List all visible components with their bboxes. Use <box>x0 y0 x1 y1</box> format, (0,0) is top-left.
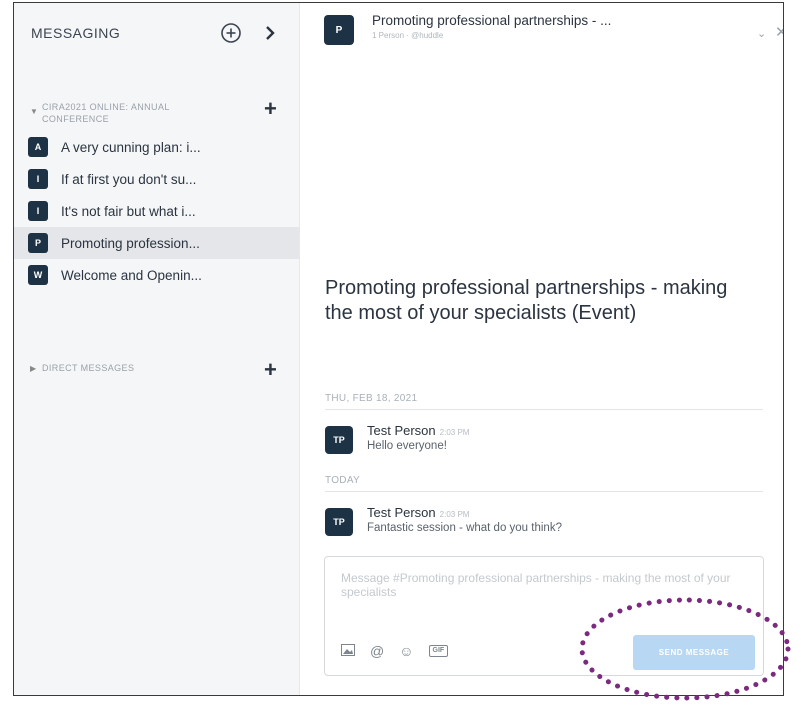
channel-label: A very cunning plan: i... <box>61 139 201 155</box>
add-dm-icon[interactable]: + <box>264 359 282 382</box>
conversation-pane: P Promoting professional partnerships - … <box>300 3 783 695</box>
close-icon[interactable]: ✕ <box>775 23 783 41</box>
channel-label: If at first you don't su... <box>61 171 197 187</box>
message-time: 2:03 PM <box>439 510 470 519</box>
add-channel-icon[interactable]: + <box>264 98 282 121</box>
channel-section-header[interactable]: ▼ CIRA2021 ONLINE: ANNUAL CONFERENCE + <box>14 97 299 131</box>
send-message-button[interactable]: SEND MESSAGE <box>633 635 755 670</box>
chevron-right-icon[interactable] <box>262 22 278 44</box>
channel-badge: I <box>28 201 48 221</box>
channel-badge: I <box>28 169 48 189</box>
dm-section-header[interactable]: ▶ DIRECT MESSAGES + <box>14 358 299 392</box>
channel-item[interactable]: I If at first you don't su... <box>14 163 299 195</box>
message-text: Fantastic session - what do you think? <box>367 522 562 534</box>
composer-toolbar: @ ☺ GIF <box>341 641 449 661</box>
channel-item[interactable]: A A very cunning plan: i... <box>14 131 299 163</box>
channel-item-active[interactable]: P Promoting profession... <box>14 227 299 259</box>
channel-section-label: CIRA2021 ONLINE: ANNUAL CONFERENCE <box>42 102 170 124</box>
message: TP Test Person 2:03 PM Hello everyone! <box>325 423 755 463</box>
channel-section: ▼ CIRA2021 ONLINE: ANNUAL CONFERENCE + A… <box>14 97 299 291</box>
channel-intro-title: Promoting professional partnerships - ma… <box>325 277 728 324</box>
channel-header: P Promoting professional partnerships - … <box>324 9 783 49</box>
message-input[interactable] <box>341 571 751 611</box>
channel-badge: W <box>28 265 48 285</box>
message-author-line: Test Person 2:03 PM <box>367 505 469 520</box>
avatar[interactable]: TP <box>325 508 353 536</box>
channel-badge: P <box>28 233 48 253</box>
message-author[interactable]: Test Person <box>367 423 436 438</box>
sidebar-header: MESSAGING <box>14 3 299 65</box>
channel-badge: A <box>28 137 48 157</box>
channel-item[interactable]: W Welcome and Openin... <box>14 259 299 291</box>
message-time: 2:03 PM <box>439 428 470 437</box>
messaging-window: MESSAGING ▼ CIRA2021 ONLINE: ANNUAL CONF… <box>13 2 784 696</box>
message-composer: @ ☺ GIF SEND MESSAGE <box>324 556 764 676</box>
image-icon[interactable] <box>341 643 355 659</box>
chevron-down-icon[interactable]: ⌄ <box>757 27 766 40</box>
message-text: Hello everyone! <box>367 440 447 452</box>
channel-label: Promoting profession... <box>61 235 200 251</box>
mention-icon[interactable]: @ <box>370 643 384 659</box>
channel-label: It's not fair but what i... <box>61 203 196 219</box>
caret-down-icon[interactable]: ▼ <box>30 107 38 116</box>
channel-label: Welcome and Openin... <box>61 267 202 283</box>
message: TP Test Person 2:03 PM Fantastic session … <box>325 505 755 545</box>
gif-icon[interactable]: GIF <box>428 645 449 657</box>
dm-section: ▶ DIRECT MESSAGES + <box>14 358 299 392</box>
sidebar-title: MESSAGING <box>31 25 121 41</box>
avatar[interactable]: TP <box>325 426 353 454</box>
emoji-icon[interactable]: ☺ <box>399 643 413 659</box>
plus-circle-icon[interactable] <box>219 21 243 45</box>
channel-item[interactable]: I It's not fair but what i... <box>14 195 299 227</box>
caret-right-icon[interactable]: ▶ <box>30 364 36 373</box>
channel-header-subtitle: 1 Person · @huddle <box>372 31 444 40</box>
date-divider: TODAY <box>325 475 763 492</box>
message-author[interactable]: Test Person <box>367 505 436 520</box>
message-author-line: Test Person 2:03 PM <box>367 423 469 438</box>
channel-header-title[interactable]: Promoting professional partnerships - ..… <box>372 13 672 28</box>
dm-section-label: DIRECT MESSAGES <box>42 363 135 373</box>
sidebar: MESSAGING ▼ CIRA2021 ONLINE: ANNUAL CONF… <box>14 3 300 695</box>
date-divider: THU, FEB 18, 2021 <box>325 393 763 410</box>
channel-header-badge: P <box>324 15 354 45</box>
